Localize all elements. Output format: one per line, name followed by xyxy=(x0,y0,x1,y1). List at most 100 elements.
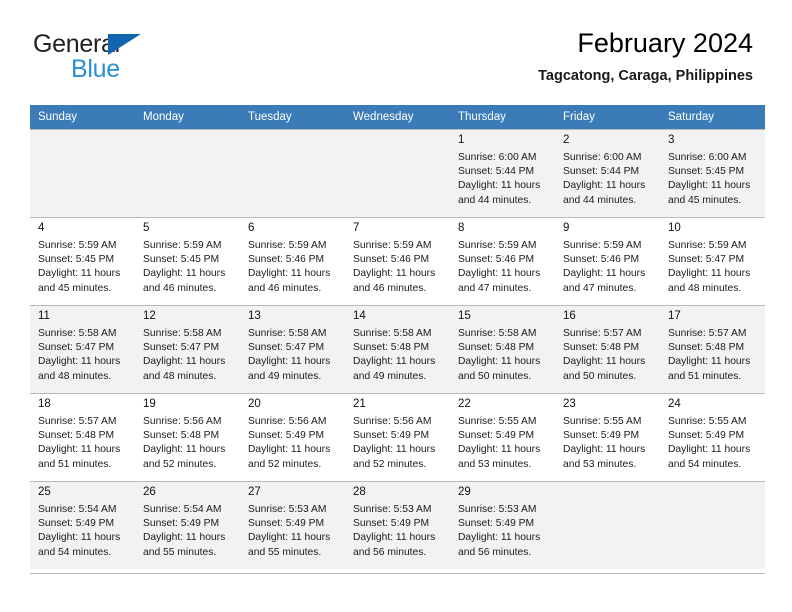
day-detail-line: Sunset: 5:48 PM xyxy=(668,342,745,354)
day-detail-line: Daylight: 11 hours xyxy=(458,180,541,192)
day-detail-line: Daylight: 11 hours xyxy=(563,444,646,456)
calendar-day-cell[interactable]: 6 Sunrise: 5:59 AM Sunset: 5:46 PM Daylight… xyxy=(240,217,345,305)
calendar-day-cell[interactable]: 28 Sunrise: 5:53 AM Sunset: 5:49 PM Dayligh… xyxy=(345,481,450,569)
day-detail-line: Sunrise: 5:53 AM xyxy=(458,504,537,515)
day-detail-line: Sunset: 5:46 PM xyxy=(458,254,535,266)
calendar-day-cell[interactable]: 20 Sunrise: 5:56 AM Sunset: 5:49 PM Dayligh… xyxy=(240,393,345,481)
day-detail-line: Sunset: 5:45 PM xyxy=(143,254,220,266)
calendar-day-cell[interactable]: 24 Sunrise: 5:55 AM Sunset: 5:49 PM Dayligh… xyxy=(660,393,765,481)
day-cell-inner: 18 Sunrise: 5:57 AM Sunset: 5:48 PM Dayligh… xyxy=(30,393,135,481)
calendar-page: General Blue February 2024 Tagcatong, Ca… xyxy=(0,0,792,612)
logo-text-blue: Blue xyxy=(71,55,120,83)
calendar-day-cell[interactable]: 8 Sunrise: 5:59 AM Sunset: 5:46 PM Daylight… xyxy=(450,217,555,305)
day-detail-lines: Sunrise: 5:59 AM Sunset: 5:45 PM Daylight:… xyxy=(30,237,135,296)
day-detail-line: Sunrise: 5:58 AM xyxy=(143,328,222,339)
day-cell-inner: 16 Sunrise: 5:57 AM Sunset: 5:48 PM Dayligh… xyxy=(555,305,660,393)
day-detail-line: Sunrise: 5:58 AM xyxy=(458,328,537,339)
day-number: 19 xyxy=(143,398,156,410)
day-detail-line: Daylight: 11 hours xyxy=(143,268,226,280)
day-detail-line: Daylight: 11 hours xyxy=(353,268,436,280)
day-detail-line: Sunrise: 5:59 AM xyxy=(668,240,747,251)
day-detail-line: and 48 minutes. xyxy=(668,282,742,294)
day-detail-line: Sunset: 5:46 PM xyxy=(353,254,430,266)
day-number: 23 xyxy=(563,398,576,410)
day-detail-line: Sunrise: 5:55 AM xyxy=(563,416,642,427)
day-detail-lines: Sunrise: 5:53 AM Sunset: 5:49 PM Daylight:… xyxy=(450,501,555,560)
calendar-table: Sunday Monday Tuesday Wednesday Thursday… xyxy=(30,105,765,569)
day-detail-line: Daylight: 11 hours xyxy=(248,268,331,280)
day-detail-lines: Sunrise: 5:59 AM Sunset: 5:46 PM Daylight:… xyxy=(555,237,660,296)
calendar-day-cell[interactable]: 12 Sunrise: 5:58 AM Sunset: 5:47 PM Dayligh… xyxy=(135,305,240,393)
calendar-day-cell[interactable]: 29 Sunrise: 5:53 AM Sunset: 5:49 PM Dayligh… xyxy=(450,481,555,569)
calendar-day-cell[interactable]: 4 Sunrise: 5:59 AM Sunset: 5:45 PM Daylight… xyxy=(30,217,135,305)
day-detail-line: Sunset: 5:49 PM xyxy=(143,518,220,530)
calendar-day-cell[interactable]: 15 Sunrise: 5:58 AM Sunset: 5:48 PM Dayligh… xyxy=(450,305,555,393)
day-detail-line: Sunrise: 5:58 AM xyxy=(38,328,117,339)
day-cell-inner: 21 Sunrise: 5:56 AM Sunset: 5:49 PM Dayligh… xyxy=(345,393,450,481)
day-detail-line: Daylight: 11 hours xyxy=(248,532,331,544)
day-detail-line: and 54 minutes. xyxy=(38,546,112,558)
day-detail-line: Sunset: 5:45 PM xyxy=(38,254,115,266)
day-detail-lines: Sunrise: 5:59 AM Sunset: 5:46 PM Daylight:… xyxy=(345,237,450,296)
day-detail-line: and 44 minutes. xyxy=(563,194,637,206)
calendar-day-cell[interactable]: 25 Sunrise: 5:54 AM Sunset: 5:49 PM Dayligh… xyxy=(30,481,135,569)
day-detail-line: Daylight: 11 hours xyxy=(668,444,751,456)
calendar-day-cell[interactable]: 22 Sunrise: 5:55 AM Sunset: 5:49 PM Dayligh… xyxy=(450,393,555,481)
day-detail-line: Sunset: 5:48 PM xyxy=(38,430,115,442)
day-detail-line: Daylight: 11 hours xyxy=(38,444,121,456)
calendar-day-cell[interactable]: 19 Sunrise: 5:56 AM Sunset: 5:48 PM Dayligh… xyxy=(135,393,240,481)
calendar-day-cell[interactable]: 2 Sunrise: 6:00 AM Sunset: 5:44 PM Daylight… xyxy=(555,129,660,217)
calendar-day-cell[interactable]: 16 Sunrise: 5:57 AM Sunset: 5:48 PM Dayligh… xyxy=(555,305,660,393)
day-detail-line: Daylight: 11 hours xyxy=(563,180,646,192)
day-number: 13 xyxy=(248,310,261,322)
calendar-day-cell[interactable]: 10 Sunrise: 5:59 AM Sunset: 5:47 PM Dayligh… xyxy=(660,217,765,305)
day-detail-line: Sunset: 5:46 PM xyxy=(563,254,640,266)
calendar-day-cell[interactable]: 13 Sunrise: 5:58 AM Sunset: 5:47 PM Dayligh… xyxy=(240,305,345,393)
day-cell-inner xyxy=(345,129,450,217)
calendar-day-cell[interactable]: 1 Sunrise: 6:00 AM Sunset: 5:44 PM Daylight… xyxy=(450,129,555,217)
day-detail-line: and 51 minutes. xyxy=(38,458,112,470)
day-cell-inner: 9 Sunrise: 5:59 AM Sunset: 5:46 PM Daylight… xyxy=(555,217,660,305)
day-detail-line: Daylight: 11 hours xyxy=(38,356,121,368)
day-detail-line: Daylight: 11 hours xyxy=(458,532,541,544)
calendar-day-cell[interactable]: 17 Sunrise: 5:57 AM Sunset: 5:48 PM Dayligh… xyxy=(660,305,765,393)
day-detail-line: Sunset: 5:48 PM xyxy=(563,342,640,354)
calendar-day-cell[interactable]: 5 Sunrise: 5:59 AM Sunset: 5:45 PM Daylight… xyxy=(135,217,240,305)
day-detail-line: and 49 minutes. xyxy=(353,370,427,382)
calendar-day-cell[interactable]: 9 Sunrise: 5:59 AM Sunset: 5:46 PM Daylight… xyxy=(555,217,660,305)
day-detail-line: Sunrise: 5:55 AM xyxy=(458,416,537,427)
day-detail-line: Sunrise: 5:59 AM xyxy=(458,240,537,251)
day-detail-line: Sunrise: 5:59 AM xyxy=(248,240,327,251)
calendar-week-row: 11 Sunrise: 5:58 AM Sunset: 5:47 PM Dayligh… xyxy=(30,305,765,393)
weekday-header-saturday: Saturday xyxy=(660,105,765,129)
day-detail-line: and 50 minutes. xyxy=(458,370,532,382)
calendar-week-row: 18 Sunrise: 5:57 AM Sunset: 5:48 PM Dayligh… xyxy=(30,393,765,481)
calendar-week-row: 25 Sunrise: 5:54 AM Sunset: 5:49 PM Dayligh… xyxy=(30,481,765,569)
calendar-day-cell[interactable]: 14 Sunrise: 5:58 AM Sunset: 5:48 PM Dayligh… xyxy=(345,305,450,393)
day-detail-line: Sunset: 5:49 PM xyxy=(353,430,430,442)
day-detail-line: Daylight: 11 hours xyxy=(143,444,226,456)
calendar-day-cell[interactable]: 18 Sunrise: 5:57 AM Sunset: 5:48 PM Dayligh… xyxy=(30,393,135,481)
day-detail-line: Daylight: 11 hours xyxy=(563,268,646,280)
day-cell-inner: 14 Sunrise: 5:58 AM Sunset: 5:48 PM Dayligh… xyxy=(345,305,450,393)
day-detail-lines: Sunrise: 5:55 AM Sunset: 5:49 PM Daylight:… xyxy=(555,413,660,472)
day-detail-line: and 49 minutes. xyxy=(248,370,322,382)
day-detail-lines: Sunrise: 5:58 AM Sunset: 5:48 PM Daylight:… xyxy=(345,325,450,384)
calendar-day-cell[interactable]: 27 Sunrise: 5:53 AM Sunset: 5:49 PM Dayligh… xyxy=(240,481,345,569)
calendar-day-cell[interactable]: 11 Sunrise: 5:58 AM Sunset: 5:47 PM Dayligh… xyxy=(30,305,135,393)
day-detail-line: Sunrise: 5:57 AM xyxy=(668,328,747,339)
day-detail-line: Sunrise: 6:00 AM xyxy=(458,152,537,163)
day-detail-line: and 47 minutes. xyxy=(458,282,532,294)
day-detail-line: Sunset: 5:46 PM xyxy=(248,254,325,266)
calendar-day-cell[interactable]: 21 Sunrise: 5:56 AM Sunset: 5:49 PM Dayligh… xyxy=(345,393,450,481)
day-detail-line: Sunrise: 5:57 AM xyxy=(563,328,642,339)
calendar-bottom-border xyxy=(30,573,765,574)
location-subtitle: Tagcatong, Caraga, Philippines xyxy=(538,68,753,85)
calendar-day-cell[interactable]: 23 Sunrise: 5:55 AM Sunset: 5:49 PM Dayligh… xyxy=(555,393,660,481)
calendar-day-cell[interactable]: 7 Sunrise: 5:59 AM Sunset: 5:46 PM Daylight… xyxy=(345,217,450,305)
day-number: 10 xyxy=(668,222,681,234)
day-detail-line: Sunrise: 6:00 AM xyxy=(563,152,642,163)
day-number: 12 xyxy=(143,310,156,322)
calendar-day-cell[interactable]: 26 Sunrise: 5:54 AM Sunset: 5:49 PM Dayligh… xyxy=(135,481,240,569)
calendar-day-cell[interactable]: 3 Sunrise: 6:00 AM Sunset: 5:45 PM Daylight… xyxy=(660,129,765,217)
